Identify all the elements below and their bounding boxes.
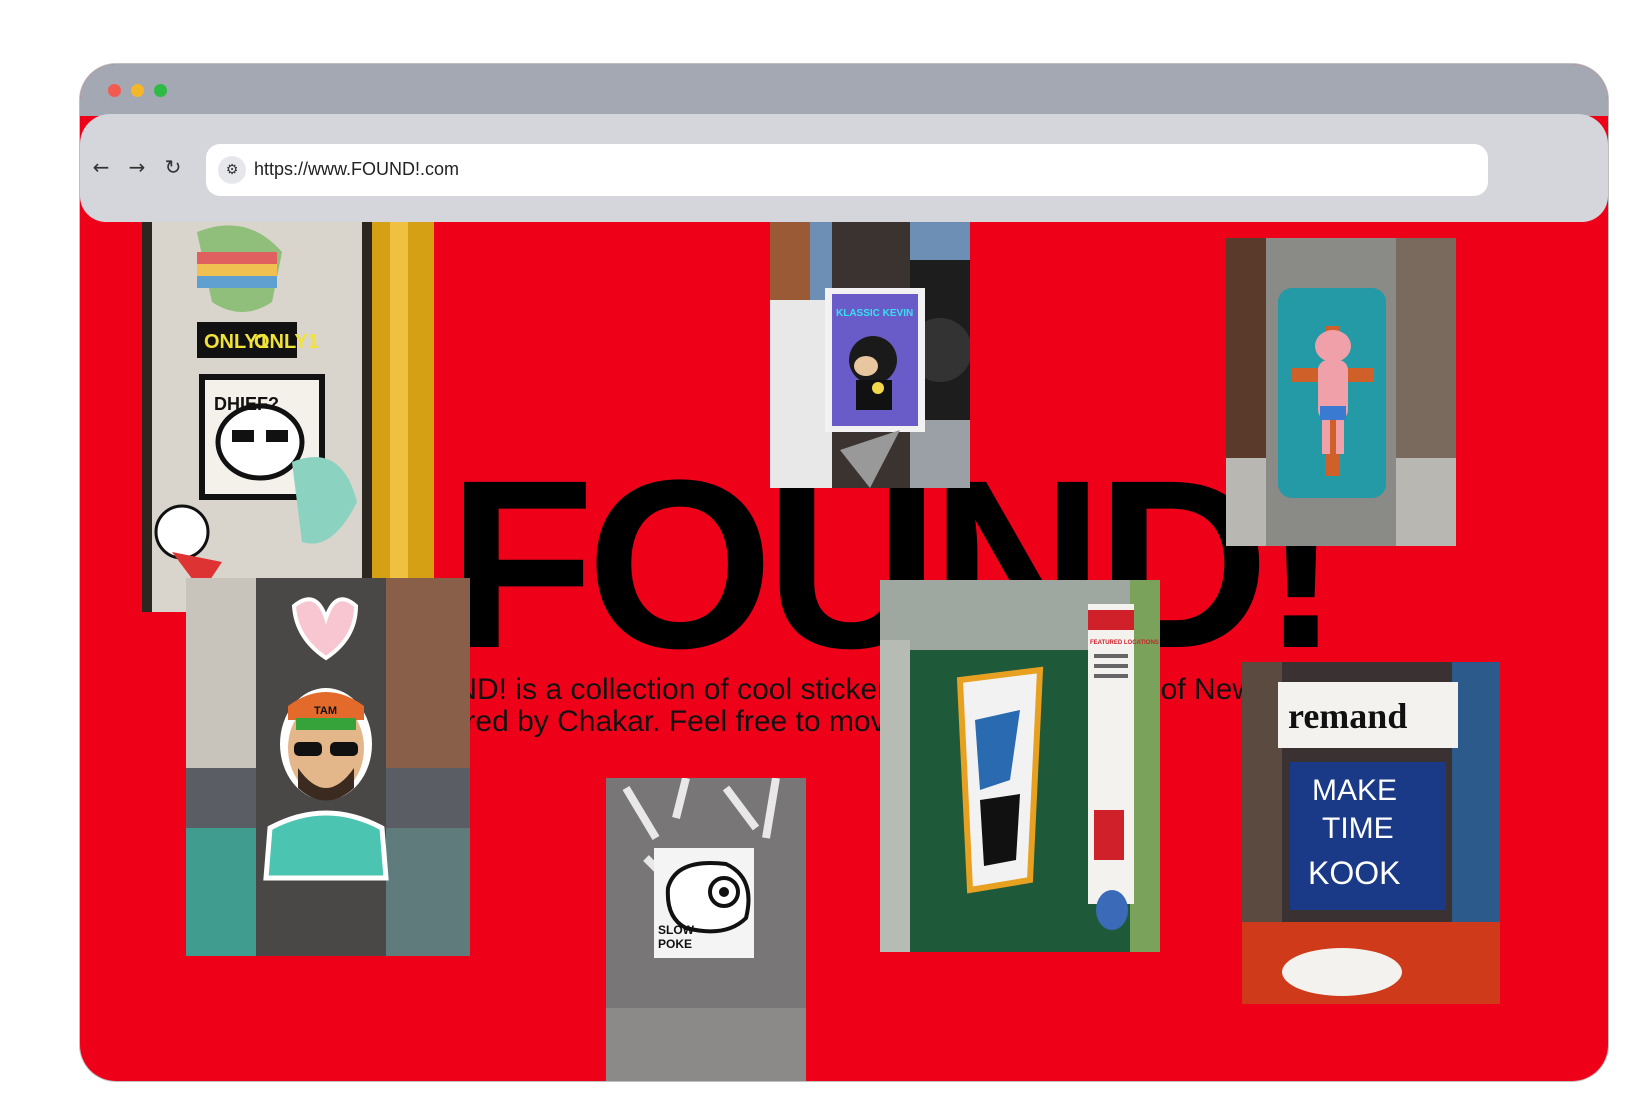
photo-remand-make-time-sticker[interactable]: remand MAKE TIME KOOK <box>1242 662 1500 1004</box>
photo-green-pole-stickers[interactable]: FEATURED LOCATIONS <box>880 580 1160 952</box>
photo-pink-figure-cross-sticker[interactable] <box>1226 238 1456 546</box>
browser-toolbar: ← → ↻ ⚙ https://www.FOUND!.com <box>80 114 1608 222</box>
minimize-window-icon[interactable] <box>131 84 144 97</box>
reload-icon[interactable]: ↻ <box>160 154 186 180</box>
photo7-text-2: MAKE <box>1312 774 1397 807</box>
photo-slow-poke-sticker[interactable]: SLOW POKE <box>606 778 806 1081</box>
photo-klassic-kevin-sticker[interactable]: KLASSIC KEVIN <box>770 220 970 488</box>
back-arrow-icon[interactable]: ← <box>88 154 114 180</box>
site-settings-icon[interactable]: ⚙ <box>218 156 246 184</box>
forward-arrow-icon[interactable]: → <box>124 154 150 180</box>
photo-only1-sticker-pole[interactable]: ONLY1 ONLY1 DHIEF? <box>142 222 434 612</box>
photo7-text-1: remand <box>1288 696 1407 736</box>
photo5-text-1: SLOW <box>658 923 695 937</box>
photo7-text-3: TIME <box>1322 812 1394 845</box>
photo6-text-1: FEATURED LOCATIONS <box>1090 640 1159 646</box>
browser-window: FOUND! FOUND! is a collection of cool st… <box>80 64 1608 1081</box>
photo1-text-3: DHIEF? <box>214 394 279 414</box>
address-bar[interactable]: ⚙ https://www.FOUND!.com <box>206 144 1488 196</box>
photo2-text-1: KLASSIC KEVIN <box>836 308 913 319</box>
photo1-text-2: ONLY1 <box>254 331 319 353</box>
address-bar-url[interactable]: https://www.FOUND!.com <box>254 159 459 180</box>
browser-titlebar <box>80 64 1608 116</box>
maximize-window-icon[interactable] <box>154 84 167 97</box>
photo7-text-4: KOOK <box>1308 855 1400 891</box>
photo4-text-1: TAM <box>314 705 337 717</box>
photo5-text-2: POKE <box>658 937 692 951</box>
photo-sunglasses-man-sticker[interactable]: TAM <box>186 578 470 956</box>
close-window-icon[interactable] <box>108 84 121 97</box>
